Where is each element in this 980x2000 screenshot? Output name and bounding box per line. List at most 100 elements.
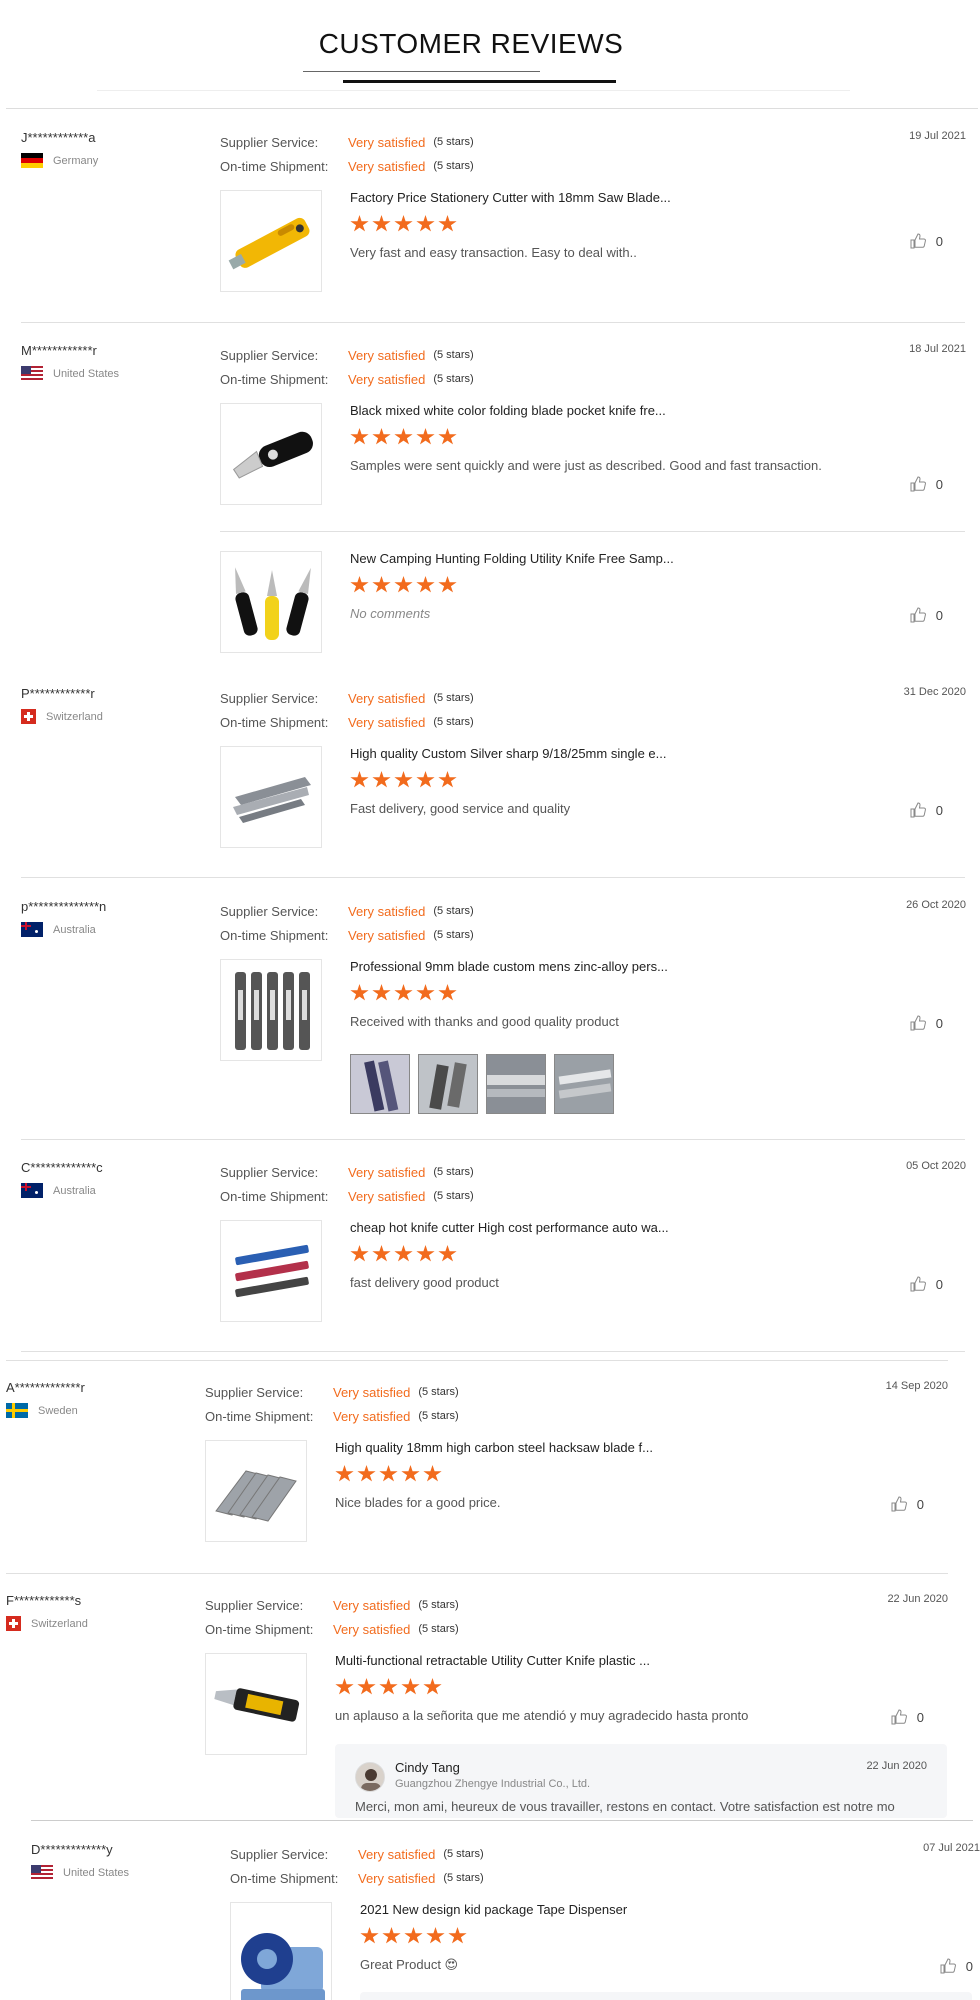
supplier-service-value: Very satisfied [333, 1384, 411, 1400]
product-image[interactable] [220, 551, 322, 653]
review-photo-image [487, 1055, 545, 1113]
review-photo[interactable] [554, 1054, 614, 1114]
review-comment: Received with thanks and good quality pr… [350, 1014, 619, 1029]
country-name: Switzerland [31, 1617, 88, 1630]
like-count: 0 [916, 1496, 924, 1512]
like-count: 0 [916, 1709, 924, 1725]
like-button[interactable]: 0 [910, 233, 943, 249]
product-title[interactable]: High quality Custom Silver sharp 9/18/25… [350, 746, 850, 761]
supplier-avatar [355, 1762, 385, 1792]
like-count: 0 [935, 802, 943, 818]
review-photo[interactable] [486, 1054, 546, 1114]
star-icon [382, 1927, 401, 1944]
review-date: 18 Jul 2021 [909, 343, 966, 355]
like-button[interactable]: 0 [910, 1015, 943, 1031]
ontime-shipment-value: Very satisfied [358, 1870, 436, 1886]
review-item: C*************c Australia Supplier Servi… [21, 1160, 966, 1340]
product-title[interactable]: Multi-functional retractable Utility Cut… [335, 1653, 835, 1668]
review-comment: un aplauso a la señorita que me atendió … [335, 1708, 749, 1723]
product-title[interactable]: Professional 9mm blade custom mens zinc-… [350, 959, 850, 974]
product-image[interactable] [220, 959, 322, 1061]
buyer-country: Germany [21, 153, 211, 168]
like-button[interactable]: 0 [910, 607, 943, 623]
supplier-service-value: Very satisfied [358, 1846, 436, 1862]
review-item: M************r United States Supplier Se… [21, 343, 966, 653]
star-icon [335, 1465, 354, 1482]
buyer-info: D*************y United States [31, 1842, 221, 1880]
header-top-rule [6, 108, 978, 109]
review-photo-image [351, 1055, 409, 1113]
star-icon [357, 1465, 376, 1482]
review-item: P************r Switzerland Supplier Serv… [21, 686, 966, 866]
star-icon [448, 1927, 467, 1944]
product-title[interactable]: 2021 New design kid package Tape Dispens… [360, 1902, 860, 1917]
supplier-service-stars: (5 stars) [418, 1599, 459, 1611]
buyer-name: F************s [6, 1593, 82, 1608]
like-button[interactable]: 0 [940, 1958, 973, 1974]
reviewed-product: 2021 New design kid package Tape Dispens… [230, 1902, 975, 2000]
product-image[interactable] [220, 1220, 322, 1322]
like-button[interactable]: 0 [891, 1496, 924, 1512]
flag-switzerland-icon [21, 709, 36, 724]
ontime-shipment-stars: (5 stars) [433, 160, 474, 172]
review-date: 26 Oct 2020 [906, 899, 966, 911]
star-icon [350, 576, 369, 593]
product-title[interactable]: High quality 18mm high carbon steel hack… [335, 1440, 835, 1455]
thumbs-up-icon [891, 1709, 907, 1725]
seller-ratings: Supplier Service: Very satisfied (5 stars)… [220, 899, 720, 947]
star-icon [394, 215, 413, 232]
thumbs-up-icon [940, 1958, 956, 1974]
product-image[interactable] [220, 190, 322, 292]
ontime-shipment-stars: (5 stars) [433, 1190, 474, 1202]
review-comment: Very fast and easy transaction. Easy to … [350, 245, 637, 260]
star-icon [401, 1678, 420, 1695]
product-title[interactable]: New Camping Hunting Folding Utility Knif… [350, 551, 850, 566]
ontime-shipment-value: Very satisfied [348, 927, 426, 943]
star-icon [426, 1927, 445, 1944]
product-title[interactable]: Factory Price Stationery Cutter with 18m… [350, 190, 850, 205]
product-image[interactable] [205, 1440, 307, 1542]
product-image[interactable] [205, 1653, 307, 1755]
flag-switzerland-icon [6, 1616, 21, 1631]
supplier-service-stars: (5 stars) [433, 692, 474, 704]
buyer-info: C*************c Australia [21, 1160, 211, 1198]
star-icon [379, 1465, 398, 1482]
like-button[interactable]: 0 [910, 476, 943, 492]
buyer-info: p**************n Australia [21, 899, 211, 937]
silver-blades-image [233, 777, 311, 823]
product-image[interactable] [220, 746, 322, 848]
seller-ratings: Supplier Service: Very satisfied (5 stars)… [230, 1842, 730, 1890]
product-rating-stars [350, 215, 850, 233]
ontime-shipment-stars: (5 stars) [443, 1872, 484, 1884]
buyer-info: M************r United States [21, 343, 211, 381]
star-icon [416, 984, 435, 1001]
ontime-shipment-label: On-time Shipment: [220, 158, 329, 174]
product-title[interactable]: Black mixed white color folding blade po… [350, 403, 850, 418]
product-title[interactable]: cheap hot knife cutter High cost perform… [350, 1220, 850, 1235]
product-image[interactable] [220, 403, 322, 505]
like-button[interactable]: 0 [891, 1709, 924, 1725]
seller-ratings: Supplier Service: Very satisfied (5 stars)… [220, 1160, 720, 1208]
title-bold-underline [343, 80, 616, 83]
like-count: 0 [935, 607, 943, 623]
buyer-country: Sweden [6, 1403, 196, 1418]
review-photo[interactable] [418, 1054, 478, 1114]
review-photo-image [419, 1055, 477, 1113]
like-button[interactable]: 0 [910, 802, 943, 818]
five-cutters-image [235, 972, 310, 1050]
review-divider [6, 1360, 948, 1361]
like-button[interactable]: 0 [910, 1276, 943, 1292]
reviewed-product: Multi-functional retractable Utility Cut… [205, 1653, 950, 1755]
title-thin-underline [303, 71, 540, 72]
star-icon [350, 1245, 369, 1262]
review-divider [31, 1820, 973, 1821]
star-icon [423, 1678, 442, 1695]
product-image[interactable] [230, 1902, 332, 2000]
star-icon [438, 576, 457, 593]
flag-us-icon [21, 366, 43, 381]
review-item: A*************r Sweden Supplier Service:… [6, 1380, 951, 1560]
review-item: J************a Germany Supplier Service:… [21, 130, 966, 310]
star-icon [357, 1678, 376, 1695]
buyer-country: Australia [21, 1183, 211, 1198]
review-photo[interactable] [350, 1054, 410, 1114]
